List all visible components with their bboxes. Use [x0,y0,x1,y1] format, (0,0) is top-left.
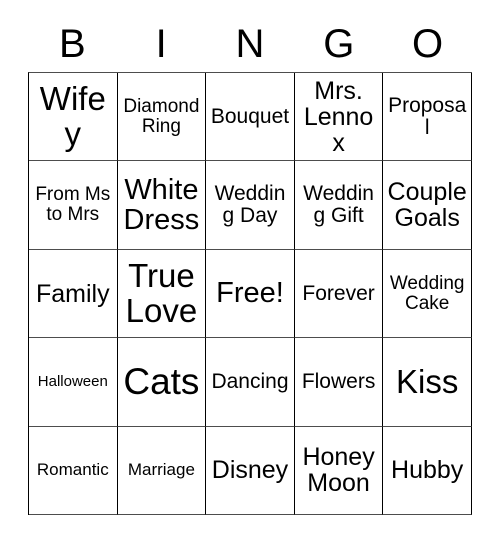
bingo-cell-label: Bouquet [210,104,290,128]
bingo-row: Wifey Diamond Ring Bouquet Mrs. Lennox P… [29,73,472,162]
bingo-cell[interactable]: Wedding Cake [383,249,472,339]
bingo-cell-label: Disney [211,456,289,485]
bingo-row: From Ms to Mrs White Dress Wedding Day W… [29,161,472,250]
bingo-cell-label: Couple Goals [387,178,467,233]
bingo-cell-label: Marriage [127,460,195,480]
header-letter-i: I [117,18,206,70]
header-letter-b: B [28,18,117,70]
bingo-row: Romantic Marriage Disney Honey Moon Hubb… [29,426,472,516]
bingo-cell-label: Proposal [388,93,467,139]
bingo-cell-label: Kiss [396,362,459,400]
bingo-cell[interactable]: Cats [117,338,207,427]
bingo-cell[interactable]: Romantic [29,426,118,516]
bingo-cell-label: Mrs. Lennox [303,76,374,157]
bingo-cell[interactable]: Wifey [29,73,118,162]
header-letter-g-text: G [323,22,355,66]
bingo-cell[interactable]: Mrs. Lennox [294,73,384,162]
bingo-cell[interactable]: Wedding Day [206,161,295,250]
bingo-cell-label: Wedding Gift [303,182,374,228]
bingo-cell[interactable]: Diamond Ring [117,73,207,162]
bingo-cell-label: Family [35,279,110,308]
bingo-grid: Wifey Diamond Ring Bouquet Mrs. Lennox P… [28,72,472,516]
bingo-cell-label: White Dress [123,173,200,237]
header-letter-n: N [206,18,295,70]
bingo-cell-label: Hubby [391,456,464,485]
bingo-cell-label: True Love [125,257,198,329]
bingo-cell-label: Cats [123,360,200,402]
bingo-cell[interactable]: Hubby [383,426,472,516]
bingo-cell[interactable]: True Love [117,249,207,339]
bingo-cell-label: From Ms to Mrs [35,184,111,226]
bingo-cell[interactable]: Proposal [383,73,472,162]
header-letter-o: O [383,18,472,70]
bingo-cell-label: Flowers [301,370,376,393]
header-letter-g: G [294,18,383,70]
bingo-cell-label: Forever [302,281,375,305]
bingo-cell-label: Wedding Cake [389,272,465,314]
bingo-card: B I N G O Wifey Diamond Ring Bouquet Mrs… [0,0,500,544]
bingo-cell[interactable]: Bouquet [206,73,295,162]
bingo-cell-label: Diamond Ring [123,95,200,137]
bingo-cell-label: Wifey [39,80,106,152]
bingo-cell[interactable]: Disney [206,426,295,516]
header-letter-b-text: B [59,22,86,66]
bingo-cell-label: Halloween [37,373,108,391]
bingo-cell[interactable]: Forever [294,249,384,339]
bingo-cell[interactable]: Dancing [206,338,295,427]
bingo-row: Halloween Cats Dancing Flowers Kiss [29,338,472,427]
bingo-cell[interactable]: Marriage [117,426,207,516]
bingo-cell-label: Wedding Day [214,182,286,228]
bingo-cell[interactable]: Halloween [29,338,118,427]
bingo-cell-label: Honey Moon [302,443,375,498]
bingo-cell[interactable]: Wedding Gift [294,161,384,250]
bingo-cell[interactable]: Honey Moon [294,426,384,516]
bingo-cell[interactable]: Kiss [383,338,472,427]
bingo-cell-label: Romantic [36,460,109,480]
bingo-cell-label: Dancing [211,370,289,393]
bingo-cell[interactable]: Flowers [294,338,384,427]
bingo-cell[interactable]: Family [29,249,118,339]
bingo-cell-free[interactable]: Free! [206,249,295,339]
header-letter-n-text: N [235,22,265,66]
header-letter-o-text: O [412,22,444,66]
header-letter-i-text: I [155,22,167,66]
bingo-cell-free-label: Free! [216,277,284,310]
bingo-row: Family True Love Free! Forever Wedding C… [29,249,472,339]
bingo-cell[interactable]: White Dress [117,161,207,250]
bingo-header: B I N G O [28,18,472,70]
bingo-cell[interactable]: From Ms to Mrs [29,161,118,250]
bingo-cell[interactable]: Couple Goals [383,161,472,250]
